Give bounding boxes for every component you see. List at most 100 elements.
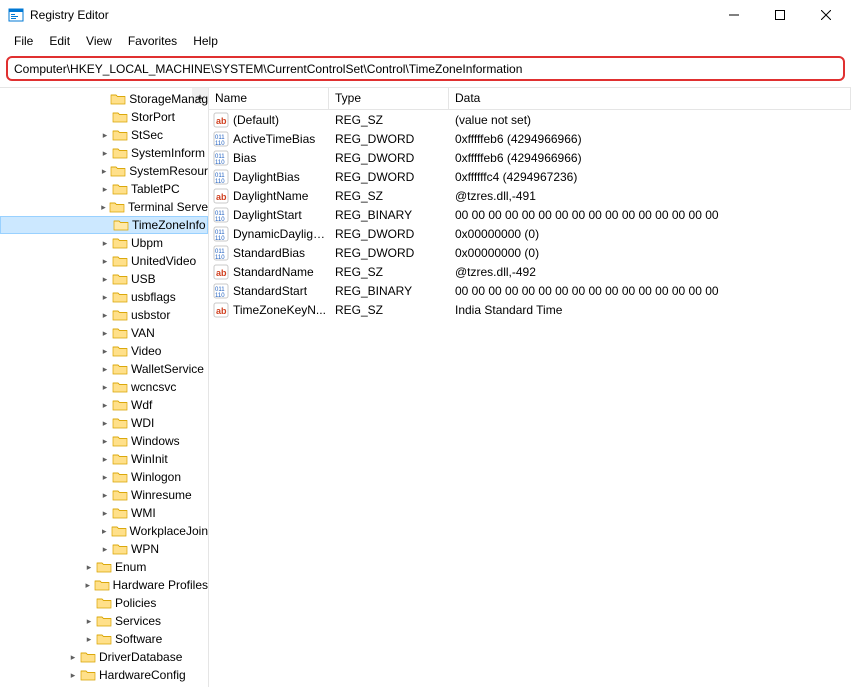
tree-item[interactable]: Policies bbox=[0, 594, 208, 612]
chevron-right-icon[interactable]: ▸ bbox=[98, 148, 112, 159]
chevron-right-icon[interactable]: ▸ bbox=[98, 346, 112, 357]
menu-edit[interactable]: Edit bbox=[41, 32, 78, 50]
binary-value-icon: 011110 bbox=[213, 169, 229, 185]
tree-item[interactable]: ▸wcncsvc bbox=[0, 378, 208, 396]
chevron-right-icon[interactable]: ▸ bbox=[98, 310, 112, 321]
chevron-right-icon[interactable]: ▸ bbox=[66, 652, 80, 663]
tree-item[interactable]: ▸HardwareConfig bbox=[0, 666, 208, 684]
tree-item[interactable]: ▸Windows bbox=[0, 432, 208, 450]
chevron-right-icon[interactable]: ▸ bbox=[98, 526, 111, 537]
col-header-name[interactable]: Name bbox=[209, 88, 329, 109]
chevron-right-icon[interactable]: ▸ bbox=[98, 364, 112, 375]
chevron-right-icon[interactable]: ▸ bbox=[82, 580, 94, 591]
tree-item[interactable]: ▸ SystemResour bbox=[0, 162, 208, 180]
tree-item[interactable]: ▸Software bbox=[0, 630, 208, 648]
tree-item[interactable]: ▸Terminal Serve bbox=[0, 198, 208, 216]
chevron-right-icon[interactable]: ▸ bbox=[98, 454, 112, 465]
folder-icon bbox=[112, 308, 128, 322]
svg-text:110: 110 bbox=[215, 141, 225, 147]
value-row[interactable]: 011110StandardBiasREG_DWORD0x00000000 (0… bbox=[209, 243, 851, 262]
address-bar[interactable]: Computer\HKEY_LOCAL_MACHINE\SYSTEM\Curre… bbox=[6, 56, 845, 81]
tree-item[interactable]: ▸WorkplaceJoin bbox=[0, 522, 208, 540]
chevron-right-icon[interactable]: ▸ bbox=[82, 562, 96, 573]
tree-item[interactable]: ▸Wdf bbox=[0, 396, 208, 414]
tree-item[interactable]: StorPort bbox=[0, 108, 208, 126]
chevron-right-icon[interactable]: ▸ bbox=[66, 670, 80, 681]
tree-item[interactable]: ▸Services bbox=[0, 612, 208, 630]
tree-item[interactable]: StorageManag bbox=[0, 90, 208, 108]
tree-item[interactable]: ▸WMI bbox=[0, 504, 208, 522]
values-pane[interactable]: Name Type Data ab(Default)REG_SZ(value n… bbox=[209, 88, 851, 687]
tree-item[interactable]: ▸USB bbox=[0, 270, 208, 288]
chevron-right-icon[interactable]: ▸ bbox=[98, 166, 110, 177]
folder-icon bbox=[109, 200, 125, 214]
tree-item[interactable]: ▸Video bbox=[0, 342, 208, 360]
binary-value-icon: 011110 bbox=[213, 150, 229, 166]
tree-item[interactable]: ▸usbflags bbox=[0, 288, 208, 306]
tree-item[interactable]: ▸usbstor bbox=[0, 306, 208, 324]
value-row[interactable]: ab(Default)REG_SZ(value not set) bbox=[209, 110, 851, 129]
tree-item[interactable]: ▸WalletService bbox=[0, 360, 208, 378]
menu-view[interactable]: View bbox=[78, 32, 120, 50]
tree-item[interactable]: ▸TabletPC bbox=[0, 180, 208, 198]
binary-value-icon: 011110 bbox=[213, 226, 229, 242]
maximize-button[interactable] bbox=[757, 1, 803, 29]
tree-item[interactable]: ▸Enum bbox=[0, 558, 208, 576]
tree-item[interactable]: ▸StSec bbox=[0, 126, 208, 144]
folder-icon bbox=[96, 614, 112, 628]
tree-item[interactable]: ▸VAN bbox=[0, 324, 208, 342]
tree-item[interactable]: ▸UnitedVideo bbox=[0, 252, 208, 270]
minimize-button[interactable] bbox=[711, 1, 757, 29]
chevron-right-icon[interactable]: ▸ bbox=[98, 130, 112, 141]
value-row[interactable]: 011110StandardStartREG_BINARY00 00 00 00… bbox=[209, 281, 851, 300]
tree-item[interactable]: ▸SystemInform bbox=[0, 144, 208, 162]
chevron-right-icon[interactable]: ▸ bbox=[98, 400, 112, 411]
chevron-right-icon[interactable]: ▸ bbox=[98, 274, 112, 285]
tree-item[interactable]: ▸Winresume bbox=[0, 486, 208, 504]
titlebar: Registry Editor bbox=[0, 0, 851, 30]
menu-file[interactable]: File bbox=[6, 32, 41, 50]
binary-value-icon: 011110 bbox=[213, 131, 229, 147]
value-row[interactable]: 011110DaylightBiasREG_DWORD0xffffffc4 (4… bbox=[209, 167, 851, 186]
tree-item[interactable]: ▸Hardware Profiles bbox=[0, 576, 208, 594]
tree-item[interactable]: TimeZoneInfo bbox=[0, 216, 208, 234]
chevron-right-icon[interactable]: ▸ bbox=[98, 508, 112, 519]
value-row[interactable]: abDaylightNameREG_SZ@tzres.dll,-491 bbox=[209, 186, 851, 205]
folder-icon bbox=[111, 524, 127, 538]
chevron-right-icon[interactable]: ▸ bbox=[98, 238, 112, 249]
chevron-right-icon[interactable]: ▸ bbox=[98, 490, 112, 501]
tree-item[interactable]: ▸DriverDatabase bbox=[0, 648, 208, 666]
value-row[interactable]: 011110ActiveTimeBiasREG_DWORD0xfffffeb6 … bbox=[209, 129, 851, 148]
chevron-right-icon[interactable]: ▸ bbox=[98, 256, 112, 267]
chevron-right-icon[interactable]: ▸ bbox=[82, 616, 96, 627]
menu-favorites[interactable]: Favorites bbox=[120, 32, 185, 50]
value-row[interactable]: 011110BiasREG_DWORD0xfffffeb6 (429496696… bbox=[209, 148, 851, 167]
tree-pane[interactable]: ▲ StorageManagStorPort▸StSec▸SystemInfor… bbox=[0, 88, 209, 687]
col-header-type[interactable]: Type bbox=[329, 88, 449, 109]
chevron-right-icon[interactable]: ▸ bbox=[98, 472, 112, 483]
chevron-right-icon[interactable]: ▸ bbox=[98, 292, 112, 303]
tree-item[interactable]: ▸WPN bbox=[0, 540, 208, 558]
chevron-right-icon[interactable]: ▸ bbox=[98, 418, 112, 429]
close-button[interactable] bbox=[803, 1, 849, 29]
folder-icon bbox=[112, 146, 128, 160]
menu-help[interactable]: Help bbox=[185, 32, 226, 50]
value-row[interactable]: 011110DaylightStartREG_BINARY00 00 00 00… bbox=[209, 205, 851, 224]
tree-item-label: SystemResour bbox=[129, 164, 208, 178]
chevron-right-icon[interactable]: ▸ bbox=[98, 544, 112, 555]
chevron-right-icon[interactable]: ▸ bbox=[98, 436, 112, 447]
chevron-right-icon[interactable]: ▸ bbox=[82, 634, 96, 645]
col-header-data[interactable]: Data bbox=[449, 88, 851, 109]
tree-item[interactable]: ▸Ubpm bbox=[0, 234, 208, 252]
value-row[interactable]: abTimeZoneKeyN...REG_SZIndia Standard Ti… bbox=[209, 300, 851, 319]
chevron-right-icon[interactable]: ▸ bbox=[98, 328, 112, 339]
tree-item[interactable]: ▸WDI bbox=[0, 414, 208, 432]
tree-item[interactable]: ▸WinInit bbox=[0, 450, 208, 468]
tree-item[interactable]: ▸Winlogon bbox=[0, 468, 208, 486]
address-path: Computer\HKEY_LOCAL_MACHINE\SYSTEM\Curre… bbox=[14, 62, 522, 76]
value-row[interactable]: abStandardNameREG_SZ@tzres.dll,-492 bbox=[209, 262, 851, 281]
chevron-right-icon[interactable]: ▸ bbox=[98, 184, 112, 195]
chevron-right-icon[interactable]: ▸ bbox=[98, 382, 112, 393]
value-row[interactable]: 011110DynamicDaylight...REG_DWORD0x00000… bbox=[209, 224, 851, 243]
chevron-right-icon[interactable]: ▸ bbox=[98, 202, 109, 213]
